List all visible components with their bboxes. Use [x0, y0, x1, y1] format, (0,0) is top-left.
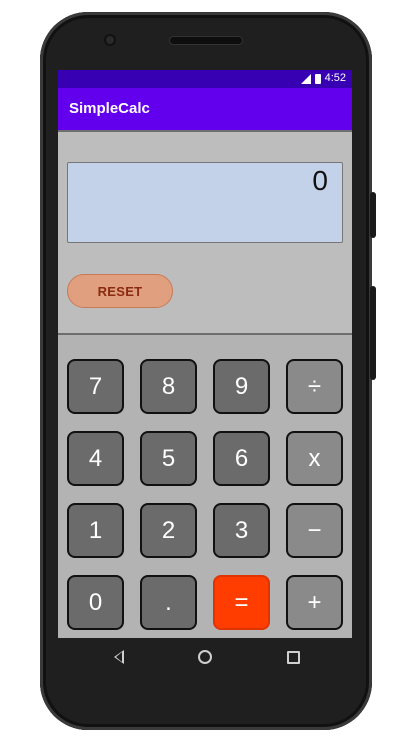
display-value: 0 [312, 165, 328, 196]
key-5[interactable]: 5 [140, 431, 197, 486]
home-icon[interactable] [198, 650, 212, 664]
back-icon[interactable] [114, 650, 124, 664]
signal-icon [300, 73, 311, 84]
app-bar: SimpleCalc [58, 88, 352, 130]
calculator-display: 0 [67, 162, 343, 243]
front-camera [104, 34, 116, 46]
status-bar: 4:52 [58, 70, 352, 88]
power-button[interactable] [370, 192, 376, 238]
key-add[interactable]: + [286, 575, 343, 630]
key-9[interactable]: 9 [213, 359, 270, 414]
keypad: 7 8 9 ÷ 4 5 6 x 1 2 3 − 0 . = + [58, 335, 352, 638]
key-2[interactable]: 2 [140, 503, 197, 558]
key-1[interactable]: 1 [67, 503, 124, 558]
key-0[interactable]: 0 [67, 575, 124, 630]
key-7[interactable]: 7 [67, 359, 124, 414]
reset-button[interactable]: RESET [67, 274, 173, 308]
navigation-bar [58, 638, 352, 678]
key-multiply[interactable]: x [286, 431, 343, 486]
key-equals[interactable]: = [213, 575, 270, 630]
key-divide[interactable]: ÷ [286, 359, 343, 414]
status-icons: 4:52 [300, 72, 346, 85]
key-6[interactable]: 6 [213, 431, 270, 486]
key-decimal[interactable]: . [140, 575, 197, 630]
key-8[interactable]: 8 [140, 359, 197, 414]
top-divider [58, 130, 352, 132]
app-title: SimpleCalc [69, 100, 150, 117]
screen: 4:52 SimpleCalc 0 RESET 7 8 9 ÷ 4 5 6 x … [58, 70, 352, 638]
recents-icon[interactable] [287, 651, 300, 664]
volume-button[interactable] [370, 286, 376, 380]
status-time: 4:52 [324, 72, 346, 84]
key-3[interactable]: 3 [213, 503, 270, 558]
battery-icon [314, 73, 321, 84]
key-4[interactable]: 4 [67, 431, 124, 486]
earpiece-speaker [170, 37, 242, 44]
key-subtract[interactable]: − [286, 503, 343, 558]
